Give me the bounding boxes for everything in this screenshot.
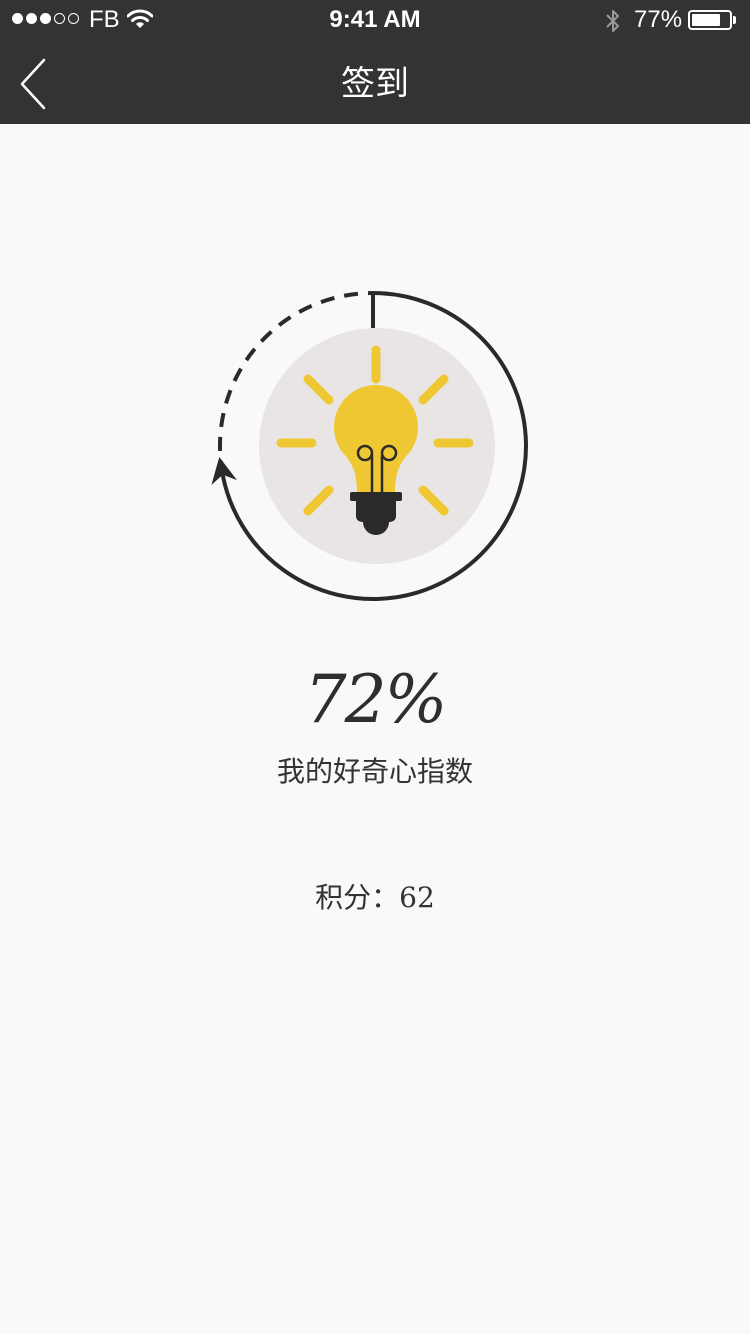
battery-percent: 77%: [634, 6, 683, 33]
curiosity-progress-graphic: [211, 291, 528, 601]
curiosity-percent: 72%: [304, 661, 448, 738]
battery-icon: [688, 10, 732, 30]
curiosity-index-label: 我的好奇心指数: [276, 755, 473, 788]
page-title: 签到: [341, 64, 409, 104]
lightbulb-icon: [259, 328, 495, 564]
battery-level-fill: [692, 14, 720, 26]
points-label: 积分：62: [315, 881, 435, 914]
bluetooth-icon: [606, 10, 619, 32]
status-bar: FB 9:41 AM 77%: [0, 0, 750, 40]
battery-cap: [733, 16, 736, 24]
top-bar: FB 9:41 AM 77% 签到: [0, 0, 750, 124]
